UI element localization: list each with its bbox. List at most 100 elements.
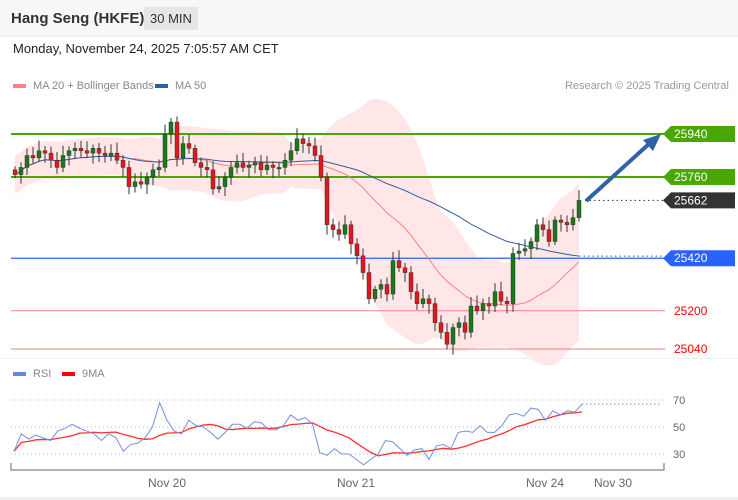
candle-body [510,253,516,304]
candle-body [486,303,492,307]
candle-body [294,138,300,151]
candle-body [210,169,216,190]
candle-body [444,332,450,345]
candle-body [300,138,306,144]
candle-body [414,291,420,304]
candle-body [24,155,30,168]
candle-body [270,164,276,168]
candle-body [288,150,294,161]
candle-body [462,322,468,333]
rsi-tick-label: 30 [673,449,685,461]
candle-body [492,291,498,307]
candle-body [366,272,372,300]
candle-body [60,155,66,168]
candle-body [378,284,384,290]
x-tick-label: Nov 30 [594,476,632,490]
candle-body [258,162,264,171]
candle-body [120,160,126,168]
rsi-ma-line [13,411,583,457]
rsi-tick-label: 50 [673,422,685,434]
candle-body [480,303,486,311]
candle-body [156,167,162,171]
candle-body [186,143,192,149]
candle-body [540,224,546,230]
candle-body [516,250,522,254]
last-price-label: 25662 [674,193,708,207]
candle-body [108,152,114,156]
candle-body [66,150,72,156]
pivot-label: 25420 [674,251,708,265]
candle-body [456,322,462,328]
candle-body [342,224,348,235]
candle-body [150,169,156,178]
candle-body [330,224,336,230]
candle-body [228,167,234,178]
candle-body [252,162,258,166]
candle-body [84,150,90,154]
candle-body [564,222,570,225]
candle-body [396,260,402,268]
candle-body [522,248,528,252]
candle-body [306,143,312,147]
candle-body [360,255,366,273]
candle-body [18,167,24,175]
candle-body [570,217,576,225]
candle-body [390,260,396,295]
candle-body [426,298,432,304]
candle-body [126,167,132,187]
forecast-arrow [584,141,652,203]
candle-body [234,162,240,168]
candle-body [240,162,246,168]
candle-body [450,327,456,345]
candle-body [36,150,42,159]
candle-body [468,305,474,333]
resistance-label: 25940 [674,127,708,141]
candle-body [144,176,150,185]
candle-body [204,167,210,171]
rsi-line [13,401,583,466]
candle-body [138,181,144,185]
resistance-label: 25760 [674,170,708,184]
rsi-tick-label: 70 [673,395,685,407]
candle-body [42,150,48,154]
candle-body [534,224,540,242]
candle-body [504,301,510,304]
candle-body [546,229,552,242]
candle-body [96,148,102,154]
x-axis [10,463,665,471]
support-label: 25040 [674,342,708,356]
candle-body [174,121,180,159]
candle-body [78,148,84,151]
candle-body [180,143,186,159]
x-tick-label: Nov 21 [337,476,375,490]
candle-body [276,167,282,170]
candle-body [318,155,324,178]
candle-body [72,148,78,151]
candle-body [552,219,558,242]
candle-body [402,267,408,273]
candle-body [54,160,60,168]
candle-body [162,133,168,168]
candle-body [324,176,330,225]
price-chart[interactable]: 25940 25760 25662 25420 25200 25040 70 50 30 Nov … [0,0,738,500]
x-tick-label: Nov 20 [148,476,186,490]
candle-body [246,164,252,168]
candle-body [264,164,270,171]
candle-body [558,219,564,223]
candle-body [216,186,222,190]
candle-body [198,162,204,168]
candle-body [312,145,318,156]
candle-body [408,272,414,292]
candle-body [498,291,504,302]
candle-body [384,284,390,295]
candle-body [474,305,480,311]
candle-body [336,229,342,235]
candle-body [420,298,426,304]
candle-body [12,169,18,175]
candle-body [282,160,288,168]
candle-body [348,224,354,245]
candle-body [48,152,54,161]
candle-body [222,176,228,187]
candle-body [114,152,120,161]
candle-body [354,243,360,257]
